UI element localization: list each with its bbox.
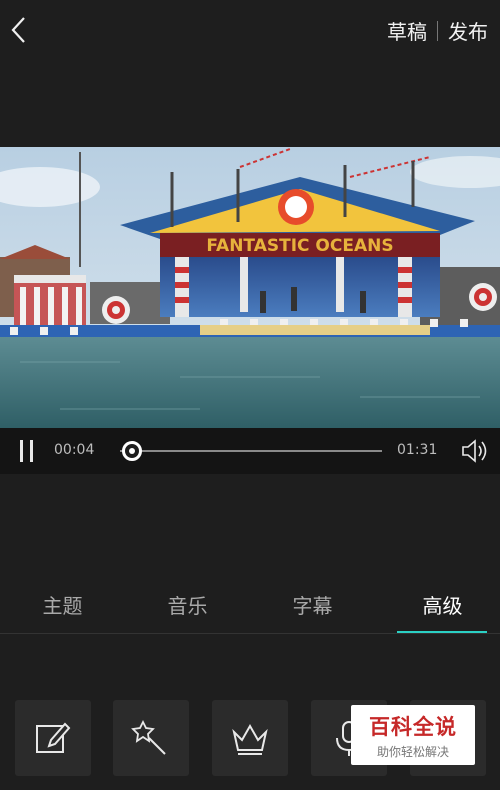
edit-icon — [36, 722, 71, 753]
progress-knob[interactable] — [121, 441, 142, 461]
progress-track[interactable] — [120, 441, 382, 461]
total-time: 01:31 — [397, 442, 438, 458]
top-bar: 草稿 发布 — [0, 0, 500, 60]
tab-advanced[interactable]: 高级 — [380, 590, 500, 619]
divider — [0, 633, 500, 634]
watermark-subtitle: 助你轻松解决 — [376, 745, 449, 759]
pause-button[interactable] — [18, 440, 36, 462]
watermark-title: 百科全说 — [369, 715, 457, 739]
edit-button[interactable] — [15, 700, 91, 776]
publish-button[interactable]: 发布 — [448, 16, 488, 45]
crown-icon — [232, 723, 268, 755]
stage-sign: FANTASTIC OCEANS — [206, 236, 393, 256]
top-actions: 草稿 发布 — [387, 16, 488, 45]
volume-button[interactable] — [460, 437, 490, 465]
chevron-left-icon — [11, 17, 25, 43]
player-controls: 00:04 01:31 — [0, 428, 500, 474]
divider — [437, 20, 438, 41]
draft-button[interactable]: 草稿 — [387, 16, 427, 45]
tab-theme[interactable]: 主题 — [0, 590, 125, 619]
tab-subtitles[interactable]: 字幕 — [250, 590, 375, 619]
magic-button[interactable] — [113, 700, 189, 776]
current-time: 00:04 — [54, 442, 95, 458]
magic-wand-icon — [131, 719, 166, 755]
tab-music[interactable]: 音乐 — [125, 590, 250, 619]
watermark-logo: 百科全说 助你轻松解决 — [351, 705, 475, 765]
video-frame: FANTASTIC OCEANS — [0, 147, 500, 428]
speaker-icon — [462, 439, 487, 463]
premium-button[interactable] — [212, 700, 288, 776]
video-preview[interactable]: FANTASTIC OCEANS — [0, 147, 500, 428]
feature-tabs: 主题 音乐 字幕 高级 — [0, 582, 500, 634]
back-button[interactable] — [6, 12, 36, 48]
